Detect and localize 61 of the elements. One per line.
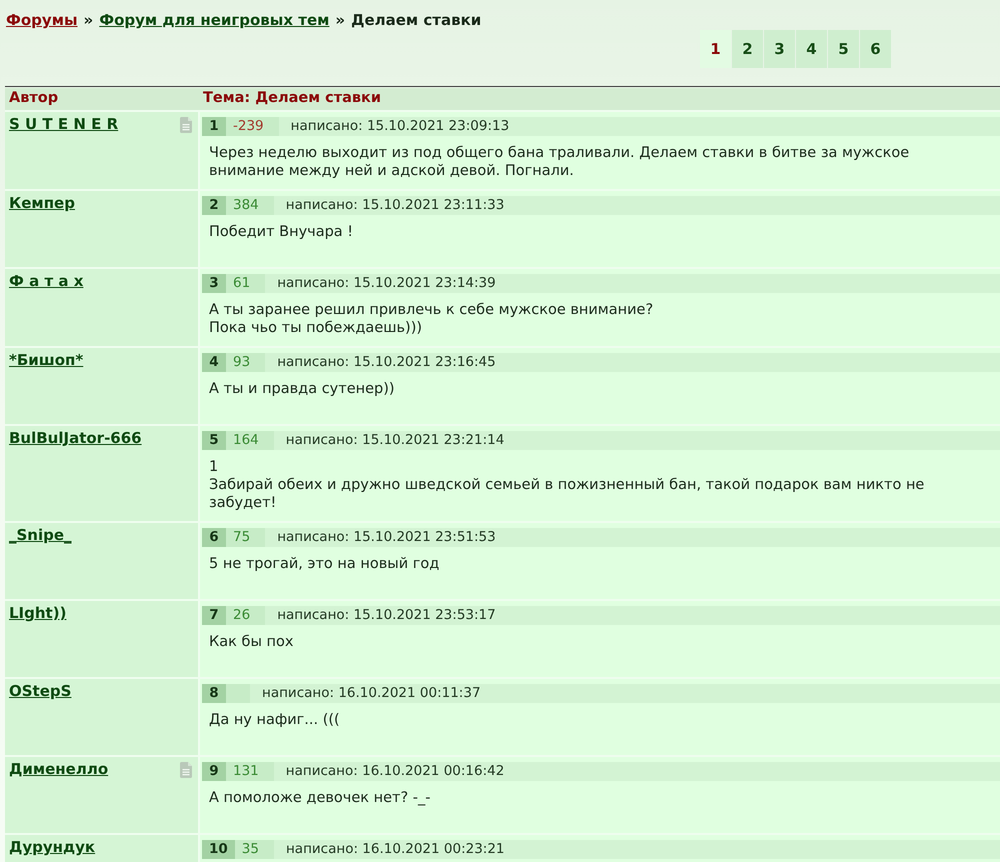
post-number: 9 — [202, 762, 226, 781]
post-text: А ты и правда сутенер)) — [208, 380, 396, 398]
post-text: Да ну нафиг... ((( — [208, 711, 341, 729]
post-number: 7 — [202, 606, 226, 625]
post-number: 1 — [202, 117, 226, 136]
post-text: Через неделю выходит из под общего бана траливали. Делаем ставки в битве за мужское внимание между ней и адской девой. Погнали. — [208, 144, 910, 180]
author-link[interactable]: Ф а т а х — [9, 272, 84, 290]
post-number: 2 — [202, 196, 226, 215]
page-button[interactable]: 6 — [860, 30, 891, 68]
post-date: написано: 16.10.2021 00:23:21 — [286, 840, 505, 859]
author-link[interactable]: S U T E N E R — [9, 115, 118, 133]
post-number: 4 — [202, 353, 226, 372]
breadcrumb-link[interactable]: Форумы — [6, 11, 78, 29]
author-link[interactable]: _Snipe_ — [9, 526, 72, 544]
post-text: А ты заранее решил привлечь к себе мужское внимание? Пока чьо ты побеждаешь))) — [208, 301, 654, 337]
post-date: написано: 15.10.2021 23:09:13 — [290, 117, 510, 136]
author-link[interactable]: BulBulJator-666 — [9, 429, 142, 447]
post-date: написано: 15.10.2021 23:53:17 — [277, 606, 496, 625]
page-button[interactable]: 2 — [732, 30, 763, 68]
post-date: написано: 15.10.2021 23:21:14 — [286, 431, 504, 450]
rating-badge: 75 — [226, 528, 266, 547]
rating-badge: -239 — [226, 117, 279, 136]
page-button[interactable]: 1 — [700, 30, 731, 68]
post-text: Победит Внучара ! — [208, 223, 354, 241]
page-button[interactable]: 4 — [796, 30, 827, 68]
post-number: 8 — [202, 684, 226, 703]
post-date: написано: 16.10.2021 00:11:37 — [262, 684, 481, 703]
author-link[interactable]: Дурундук — [9, 838, 96, 856]
post-text: 1 Забирай обеих и дружно шведской семьей в пожизненный бан, такой подарок вам никто не забудет! — [208, 458, 926, 512]
post-number: 6 — [202, 528, 226, 547]
rating-badge: 93 — [226, 353, 266, 372]
post-date: написано: 15.10.2021 23:51:53 — [277, 528, 496, 547]
page-button[interactable]: 3 — [764, 30, 795, 68]
post-date: написано: 16.10.2021 00:16:42 — [286, 762, 504, 781]
rating-badge: 26 — [226, 606, 266, 625]
column-heading: Автор — [8, 89, 60, 108]
rating-badge: 164 — [226, 431, 274, 450]
author-link[interactable]: Дименелло — [9, 760, 108, 778]
breadcrumb-separator: » — [84, 11, 94, 29]
rating-badge: 384 — [226, 196, 274, 215]
author-link[interactable]: *Бишоп* — [9, 351, 84, 369]
author-link[interactable]: OStepS — [9, 682, 72, 700]
post-number: 3 — [202, 274, 226, 293]
author-link[interactable]: LIght)) — [9, 604, 66, 622]
post-text: А помоложе девочек нет? -_- — [208, 789, 432, 807]
post-number: 5 — [202, 431, 226, 450]
page-button[interactable]: 5 — [828, 30, 859, 68]
rating-badge: 61 — [226, 274, 266, 293]
breadcrumb-link[interactable]: Форум для неигровых тем — [99, 11, 330, 29]
column-heading: Тема: Делаем ставки — [202, 89, 382, 108]
post-date: написано: 15.10.2021 23:16:45 — [277, 353, 496, 372]
breadcrumb-separator: » — [335, 11, 346, 29]
post-text: Как бы пох — [208, 633, 294, 651]
author-link[interactable]: Кемпер — [9, 194, 75, 212]
post-date: написано: 15.10.2021 23:14:39 — [277, 274, 496, 293]
rating-badge: 131 — [226, 762, 274, 781]
rating-badge: 35 — [234, 840, 274, 859]
post-date: написано: 15.10.2021 23:11:33 — [286, 196, 504, 215]
post-number: 10 — [202, 840, 235, 859]
breadcrumb-current: Делаем ставки — [351, 11, 482, 29]
post-text: 5 не трогай, это на новый год — [208, 555, 440, 573]
